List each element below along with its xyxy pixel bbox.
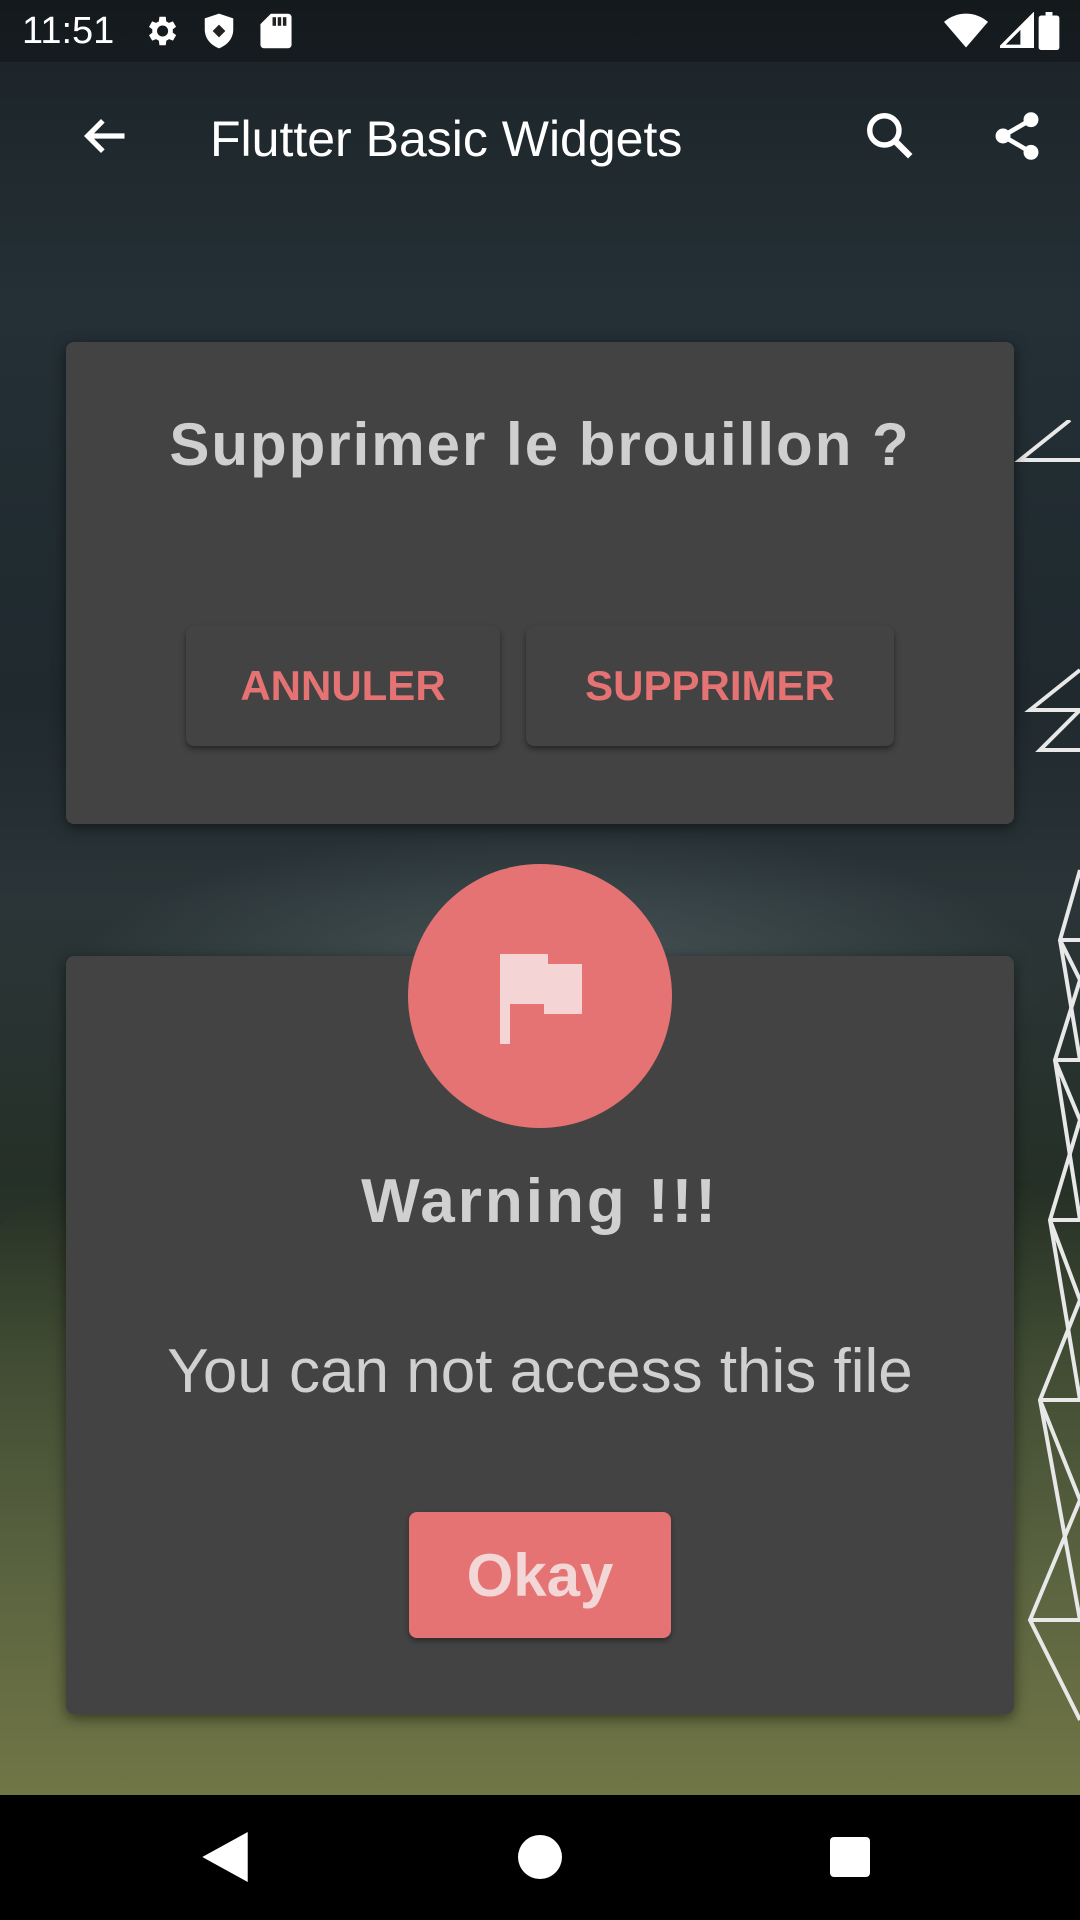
delete-dialog-title: Supprimer le brouillon ? <box>169 411 911 478</box>
search-button[interactable] <box>850 96 930 176</box>
cancel-button[interactable]: ANNULER <box>186 626 500 746</box>
battery-icon <box>1038 12 1060 50</box>
wifi-icon <box>944 13 988 48</box>
home-circle-icon <box>518 1835 562 1879</box>
flag-icon <box>500 954 582 1044</box>
nav-recents-button[interactable] <box>805 1817 895 1897</box>
sd-card-icon <box>260 13 292 49</box>
back-triangle-icon <box>202 1832 248 1882</box>
nav-back-button[interactable] <box>180 1817 270 1897</box>
shield-icon <box>204 13 234 49</box>
search-icon <box>867 113 913 159</box>
app-bar: Flutter Basic Widgets <box>0 62 1080 212</box>
share-icon <box>995 112 1039 160</box>
app-bar-title: Flutter Basic Widgets <box>210 111 683 167</box>
share-button[interactable] <box>977 96 1057 176</box>
warning-title: Warning !!! <box>361 1167 719 1236</box>
back-button[interactable] <box>65 96 145 176</box>
signal-icon <box>1000 12 1034 48</box>
arrow-back-icon <box>83 118 125 154</box>
nav-home-button[interactable] <box>495 1817 585 1897</box>
recents-square-icon <box>830 1837 870 1877</box>
status-bar: 11:51 <box>0 0 1080 62</box>
okay-button[interactable]: Okay <box>409 1512 671 1638</box>
warning-badge <box>408 864 672 1128</box>
system-nav-bar <box>0 1795 1080 1920</box>
delete-button[interactable]: SUPPRIMER <box>526 626 894 746</box>
delete-draft-dialog: Supprimer le brouillon ? ANNULER SUPPRIM… <box>66 342 1014 824</box>
status-time: 11:51 <box>22 10 115 52</box>
settings-icon <box>149 16 177 46</box>
warning-message: You can not access this file <box>167 1337 913 1406</box>
